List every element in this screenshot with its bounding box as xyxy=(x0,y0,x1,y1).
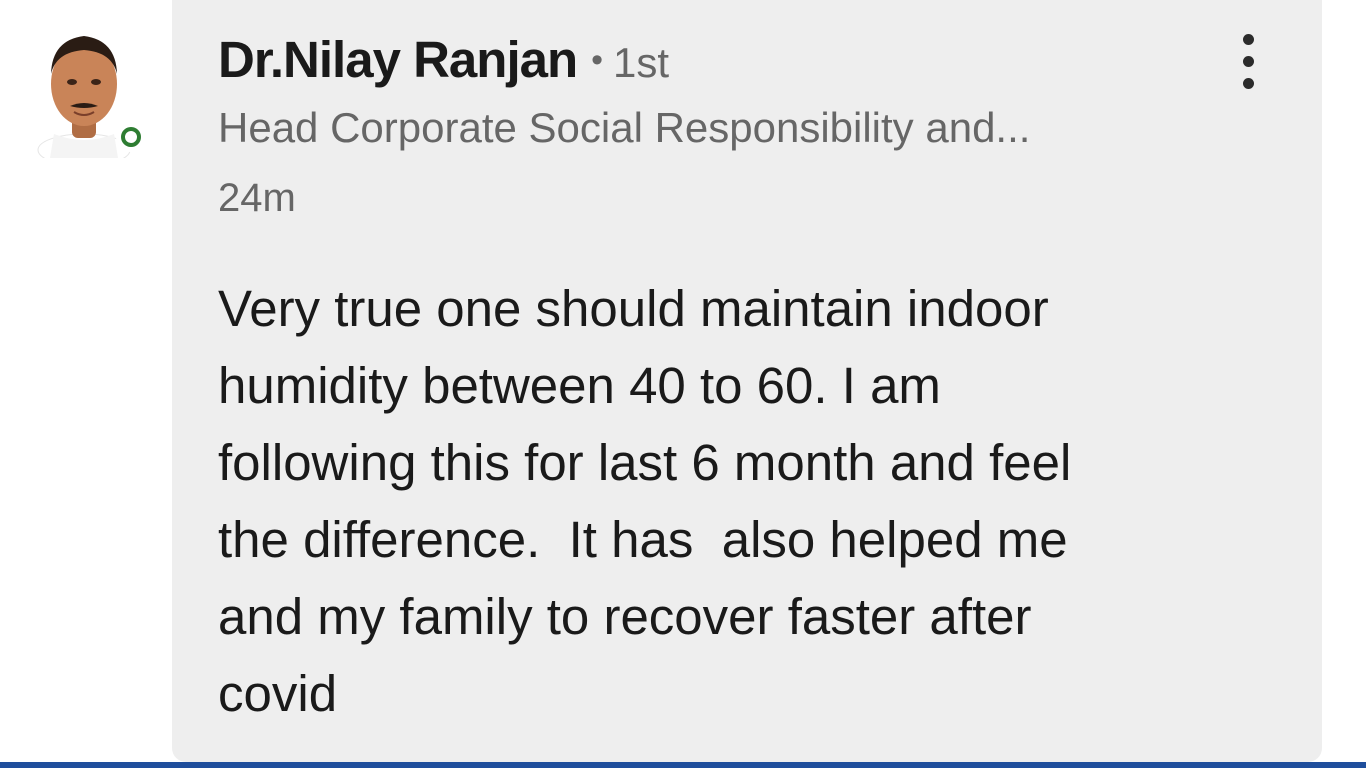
author-name[interactable]: Dr.Nilay Ranjan xyxy=(218,30,578,89)
comment-header: Dr.Nilay Ranjan • 1st xyxy=(218,30,669,94)
comment-line: and my family to recover faster after xyxy=(218,588,1032,645)
more-options-button[interactable] xyxy=(1230,28,1270,94)
comment-line: following this for last 6 month and feel xyxy=(218,434,1072,491)
comment-line: covid xyxy=(218,665,338,722)
bottom-accent-bar xyxy=(0,762,1366,768)
connection-degree: 1st xyxy=(613,39,670,86)
author-avatar-container[interactable] xyxy=(32,22,162,162)
comment-screen: Dr.Nilay Ranjan • 1st Head Corporate Soc… xyxy=(0,0,1366,768)
online-status-icon xyxy=(116,122,146,152)
comment-line: humidity between 40 to 60. I am xyxy=(218,357,941,414)
author-headline: Head Corporate Social Responsibility and… xyxy=(218,104,1031,151)
comment-timestamp: 24m xyxy=(218,176,296,220)
comment-line: Very true one should maintain indoor xyxy=(218,280,1049,337)
more-vertical-icon xyxy=(1243,34,1254,45)
comment-bubble: Dr.Nilay Ranjan • 1st Head Corporate Soc… xyxy=(172,0,1322,762)
comment-line: the difference. It has also helped me xyxy=(218,511,1068,568)
separator-dot: • xyxy=(591,41,604,79)
comment-body: Very true one should maintain indoor hum… xyxy=(218,270,1278,732)
